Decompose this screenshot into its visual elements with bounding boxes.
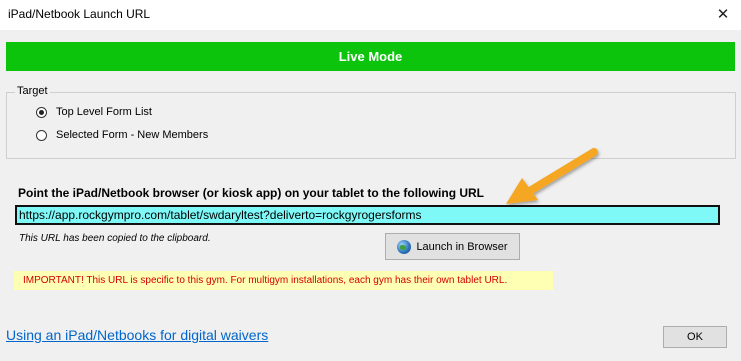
radio-button-checked[interactable] — [36, 106, 47, 118]
important-notice: IMPORTANT! This URL is specific to this … — [14, 271, 553, 290]
radio-button[interactable] — [36, 129, 47, 141]
radio-top-level-form-list[interactable]: Top Level Form List — [36, 106, 152, 118]
launch-in-browser-button[interactable]: Launch in Browser — [385, 233, 520, 260]
globe-icon — [397, 239, 412, 254]
help-link-digital-waivers[interactable]: Using an iPad/Netbooks for digital waive… — [6, 327, 268, 343]
url-instruction: Point the iPad/Netbook browser (or kiosk… — [18, 186, 485, 200]
target-group: Target Top Level Form List Selected Form… — [6, 85, 736, 159]
ok-button[interactable]: OK — [663, 326, 727, 348]
radio-label: Top Level Form List — [56, 106, 152, 118]
radio-selected-form[interactable]: Selected Form - New Members — [36, 129, 208, 141]
clipboard-note: This URL has been copied to the clipboar… — [19, 233, 211, 244]
launch-url-field[interactable]: https://app.rockgympro.com/tablet/swdary… — [15, 205, 720, 225]
title-bar: iPad/Netbook Launch URL ✕ — [0, 0, 741, 30]
target-legend: Target — [15, 85, 50, 97]
radio-label: Selected Form - New Members — [56, 129, 209, 141]
live-mode-banner: Live Mode — [6, 42, 735, 71]
arrow-annotation-icon — [506, 148, 598, 204]
launch-button-label: Launch in Browser — [416, 240, 508, 253]
close-icon[interactable]: ✕ — [711, 3, 735, 25]
window-title: iPad/Netbook Launch URL — [8, 7, 151, 21]
